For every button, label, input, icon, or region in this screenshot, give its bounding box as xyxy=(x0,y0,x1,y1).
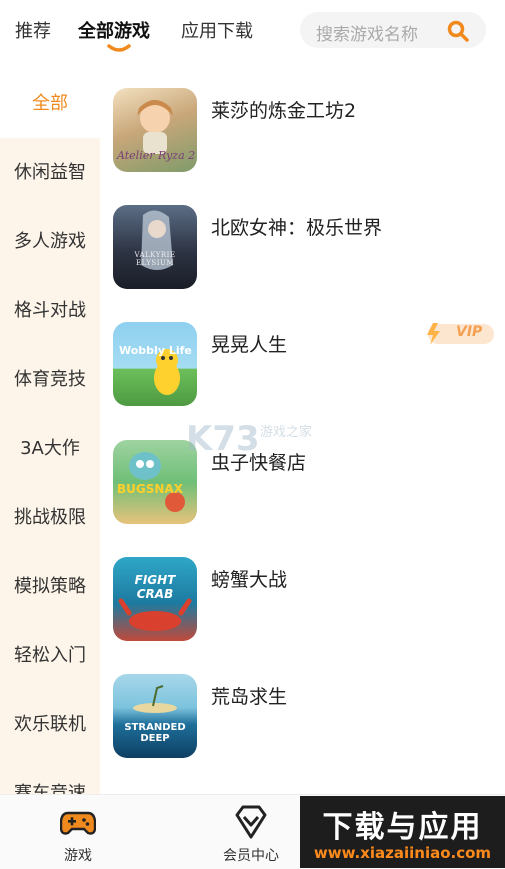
game-cover-image: BUGSNAX xyxy=(113,440,197,524)
game-item[interactable]: FIGHT CRAB 螃蟹大战 xyxy=(113,557,493,641)
vip-badge: VIP xyxy=(424,322,496,346)
cover-art xyxy=(154,349,180,395)
vip-label: VIP xyxy=(456,324,483,340)
game-cover-image: Atelier Ryza 2 xyxy=(113,88,197,172)
game-title[interactable]: 晃晃人生 xyxy=(211,330,287,357)
watermark-logo: K73 游戏之家 xyxy=(186,417,321,461)
nav-vip-center-label: 会员中心 xyxy=(223,848,279,864)
sidebar-item-challenge[interactable]: 挑战极限 xyxy=(0,484,100,552)
diamond-icon xyxy=(235,805,267,839)
category-sidebar: 全部 休闲益智 多人游戏 格斗对战 体育竞技 3A大作 挑战极限 模拟策略 轻松… xyxy=(0,70,100,794)
cover-logo-text: Wobbly Life xyxy=(119,344,192,357)
game-cover-image: STRANDED DEEP xyxy=(113,674,197,758)
cover-logo-text: VALKYRIE ELYSIUM xyxy=(134,251,176,267)
sidebar-item-casual[interactable]: 休闲益智 xyxy=(0,139,100,207)
watermark-text: K73 xyxy=(186,419,260,459)
sidebar-item-simulation[interactable]: 模拟策略 xyxy=(0,553,100,621)
cover-art xyxy=(133,685,177,713)
game-cover-image: Wobbly Life xyxy=(113,322,197,406)
sidebar-item-3a[interactable]: 3A大作 xyxy=(0,415,100,483)
cover-logo-text: BUGSNAX xyxy=(117,482,183,496)
sidebar-item-racing[interactable]: 赛车竞速 xyxy=(0,760,100,794)
game-cover-image: VALKYRIE ELYSIUM xyxy=(113,205,197,289)
sidebar-item-sports[interactable]: 体育竞技 xyxy=(0,346,100,414)
sidebar-item-fighting[interactable]: 格斗对战 xyxy=(0,277,100,345)
top-tab-bar: 推荐 全部游戏 应用下载 搜索游戏名称 xyxy=(0,0,505,62)
tab-all-games[interactable]: 全部游戏 xyxy=(78,17,150,43)
game-item[interactable]: STRANDED DEEP 荒岛求生 xyxy=(113,674,493,758)
cover-logo-text: STRANDED DEEP xyxy=(124,722,186,744)
game-title[interactable]: 螃蟹大战 xyxy=(211,565,287,592)
game-cover-image: FIGHT CRAB xyxy=(113,557,197,641)
brand-watermark-banner: 下载与应用 www.xiazaiiniao.com xyxy=(300,796,505,868)
nav-games[interactable]: 游戏 xyxy=(28,795,128,869)
cover-logo-text: Atelier Ryza 2 xyxy=(117,149,196,162)
game-title[interactable]: 北欧女神：极乐世界 xyxy=(211,213,382,240)
gamepad-icon xyxy=(60,811,96,835)
sidebar-item-multiplayer[interactable]: 多人游戏 xyxy=(0,208,100,276)
game-title[interactable]: 莱莎的炼金工坊2 xyxy=(211,96,356,123)
cover-art xyxy=(141,210,173,270)
brand-url: www.xiazaiiniao.com xyxy=(313,844,492,862)
tab-recommend[interactable]: 推荐 xyxy=(15,17,51,43)
game-item[interactable]: Atelier Ryza 2 莱莎的炼金工坊2 xyxy=(113,88,493,172)
sidebar-item-all[interactable]: 全部 xyxy=(0,70,100,138)
tab-app-download[interactable]: 应用下载 xyxy=(181,17,253,43)
game-title[interactable]: 荒岛求生 xyxy=(211,682,287,709)
game-item[interactable]: VALKYRIE ELYSIUM 北欧女神：极乐世界 xyxy=(113,205,493,289)
nav-games-label: 游戏 xyxy=(64,848,92,864)
nav-vip-center[interactable]: 会员中心 xyxy=(201,795,301,869)
search-icon[interactable] xyxy=(446,19,470,43)
watermark-subtext: 游戏之家 xyxy=(260,425,313,440)
tab-active-indicator xyxy=(107,44,131,52)
sidebar-item-coop[interactable]: 欢乐联机 xyxy=(0,691,100,759)
search-input[interactable]: 搜索游戏名称 xyxy=(300,12,486,48)
search-placeholder: 搜索游戏名称 xyxy=(316,25,418,45)
sidebar-item-easy[interactable]: 轻松入门 xyxy=(0,622,100,690)
cover-logo-text: FIGHT CRAB xyxy=(134,573,176,601)
brand-title: 下载与应用 xyxy=(322,810,483,845)
